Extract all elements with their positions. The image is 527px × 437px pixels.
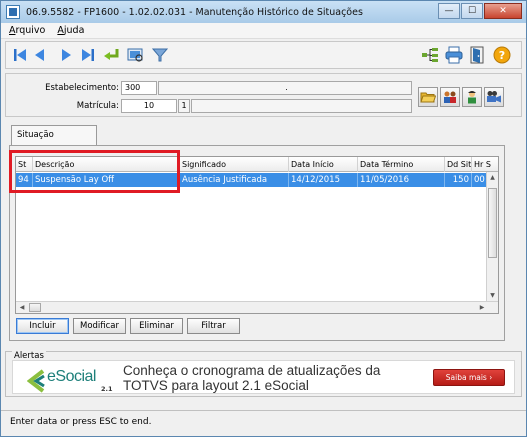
column-header-data-termino[interactable]: Data Término [358,157,445,172]
scroll-right-icon[interactable]: ▶ [476,302,488,313]
first-record-icon[interactable] [10,45,30,65]
scroll-up-icon[interactable]: ▲ [487,172,498,184]
esocial-version: 2.1 [101,385,113,393]
maximize-button[interactable]: ☐ [461,3,483,19]
last-record-icon[interactable] [78,45,98,65]
matricula-name [191,99,412,113]
estabelecimento-field[interactable]: 300 [121,81,157,95]
saiba-mais-button[interactable]: Saiba mais › [433,369,505,386]
cell-dd-sit: 150 [445,173,472,187]
filtrar-label: Filtrar [201,321,226,331]
status-bar: Enter data or press ESC to end. [1,410,526,436]
window-title: 06.9.5582 - FP1600 - 1.02.02.031 - Manut… [26,6,363,18]
menu-bar: Arquivo Ajuda [1,23,526,39]
incluir-button[interactable]: Incluir [16,318,69,334]
column-header-significado[interactable]: Significado [180,157,289,172]
modificar-label: Modificar [79,321,120,331]
menu-ajuda[interactable]: Ajuda [57,25,84,36]
eliminar-button[interactable]: Eliminar [130,318,183,334]
banner-message-line-1: Conheça o cronograma de atualizações da [123,363,381,378]
close-button[interactable]: ✕ [484,3,522,19]
horizontal-scrollbar[interactable]: ◀ ▶ [16,301,498,313]
title-bar: 06.9.5582 - FP1600 - 1.02.02.031 - Manut… [1,1,526,23]
employee-search-icon[interactable] [462,87,482,107]
eliminar-label: Eliminar [139,321,174,331]
main-window: 06.9.5582 - FP1600 - 1.02.02.031 - Manut… [0,0,527,437]
header-form: Estabelecimento: 300 . Matrícula: 10 1 [5,73,522,117]
next-record-icon[interactable] [56,45,76,65]
search-icon[interactable] [126,45,146,65]
highlight-annotation [9,150,180,193]
column-header-dd-sit[interactable]: Dd Sit [445,157,472,172]
help-icon[interactable]: ? [492,45,512,65]
matricula-digit: 1 [178,99,190,113]
exit-icon[interactable] [468,45,488,65]
print-icon[interactable] [444,45,464,65]
open-folder-icon[interactable] [418,87,438,107]
window-controls: — ☐ ✕ [438,3,522,19]
help-glyph: ? [499,49,505,62]
esocial-brand: eSocial [47,368,96,385]
cell-data-termino: 11/05/2016 [358,173,445,187]
incluir-label: Incluir [29,321,56,331]
app-icon [6,5,20,19]
cell-significado: Ausência Justificada [180,173,289,187]
estabelecimento-description: . [158,81,412,95]
banner-message-line-2: TOTVS para layout 2.1 eSocial [123,378,309,393]
scroll-left-icon[interactable]: ◀ [16,302,28,313]
esocial-banner[interactable]: eSocial 2.1 Conheça o cronograma de atua… [12,360,515,394]
matricula-field[interactable]: 10 [121,99,177,113]
cell-data-inicio: 14/12/2015 [289,173,358,187]
modificar-button[interactable]: Modificar [73,318,126,334]
tab-situacao[interactable]: Situação [11,125,97,145]
esocial-logo: eSocial 2.1 [27,367,115,393]
go-to-icon[interactable] [102,45,122,65]
camera-icon[interactable] [484,87,504,107]
employee-group-icon[interactable] [440,87,460,107]
previous-record-icon[interactable] [30,45,50,65]
tree-view-icon[interactable] [420,45,440,65]
esocial-mark-icon [27,369,45,393]
column-header-data-inicio[interactable]: Data Início [289,157,358,172]
menu-arquivo[interactable]: Arquivo [9,25,45,36]
vertical-scroll-thumb[interactable] [488,188,497,258]
vertical-scrollbar[interactable]: ▲ ▼ [486,172,498,302]
matricula-label: Matrícula: [76,101,119,111]
alerts-panel: Alertas eSocial 2.1 Conheça o cronograma… [5,351,522,397]
filtrar-button[interactable]: Filtrar [187,318,240,334]
filter-icon[interactable] [150,45,170,65]
minimize-button[interactable]: — [438,3,460,19]
estabelecimento-label: Estabelecimento: [45,83,119,93]
toolbar: ? [5,41,522,69]
column-header-hr-s[interactable]: Hr S [472,157,498,172]
horizontal-scroll-thumb[interactable] [29,303,41,312]
